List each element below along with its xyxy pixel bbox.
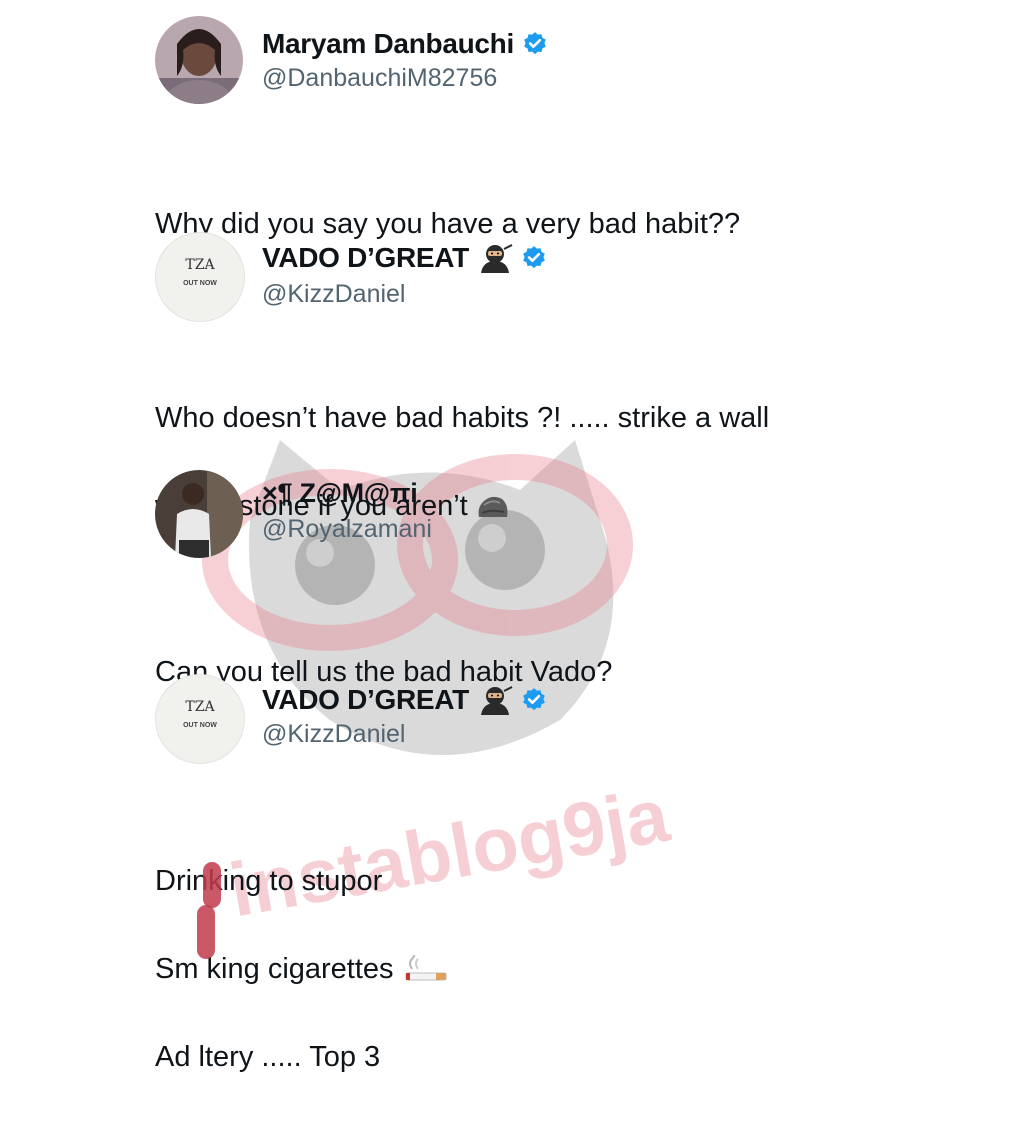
author-row: Maryam Danbauchi (262, 28, 548, 60)
tweet-line: Who doesn’t have bad habits ?! ..... str… (155, 402, 770, 434)
verified-badge-icon (524, 32, 546, 55)
author-handle[interactable]: @DanbauchiM82756 (262, 64, 497, 93)
tweet-line: Ad ltery ..... Top 3 (155, 1041, 381, 1073)
tweet-line: Drinking to stupor (155, 865, 383, 897)
author-name[interactable]: Maryam Danbauchi (262, 28, 514, 60)
rock-emoji-icon (478, 497, 508, 518)
tweet-body: Drinking to stupor Sm king cigarettes Ad… (155, 815, 448, 1123)
tweet-line-with-emoji: with a stone if you aren’t (155, 484, 769, 528)
profile-photo-icon (155, 470, 243, 558)
ninja-emoji-icon (480, 244, 513, 273)
avatar-album-cover[interactable]: TZA OUT NOW (155, 232, 245, 322)
redaction-mark (203, 862, 221, 908)
ninja-emoji-icon (480, 686, 513, 715)
author-handle[interactable]: @KizzDaniel (262, 280, 405, 309)
cover-title: TZA (185, 699, 215, 715)
avatar-royalzamani[interactable] (155, 470, 243, 558)
author-handle[interactable]: @KizzDaniel (262, 720, 405, 749)
redaction-mark (197, 905, 215, 959)
cover-subtitle: OUT NOW (183, 280, 217, 287)
profile-photo-icon (155, 16, 243, 104)
author-name[interactable]: VADO D’GREAT (262, 242, 469, 274)
author-name[interactable]: ×¶ Z@M@πi (262, 478, 418, 509)
tweet-thread: Maryam Danbauchi @DanbauchiM82756 Why di… (0, 0, 1024, 1073)
verified-badge-icon (523, 688, 545, 711)
author-row: ×¶ Z@M@πi (262, 478, 418, 509)
cover-subtitle: OUT NOW (183, 722, 217, 729)
avatar-maryam[interactable] (155, 16, 243, 104)
author-row: VADO D’GREAT (262, 242, 547, 274)
author-name[interactable]: VADO D’GREAT (262, 684, 469, 716)
author-handle[interactable]: @Royalzamani (262, 515, 432, 544)
avatar-album-cover[interactable]: TZA OUT NOW (155, 674, 245, 764)
tweet-line: Sm king cigarettes (155, 953, 394, 985)
verified-badge-icon (523, 246, 545, 269)
tweet-body: Who doesn’t have bad habits ?! ..... str… (155, 352, 769, 572)
author-row: VADO D’GREAT (262, 684, 547, 716)
cover-title: TZA (185, 257, 215, 273)
cigarette-emoji-icon (405, 955, 447, 981)
